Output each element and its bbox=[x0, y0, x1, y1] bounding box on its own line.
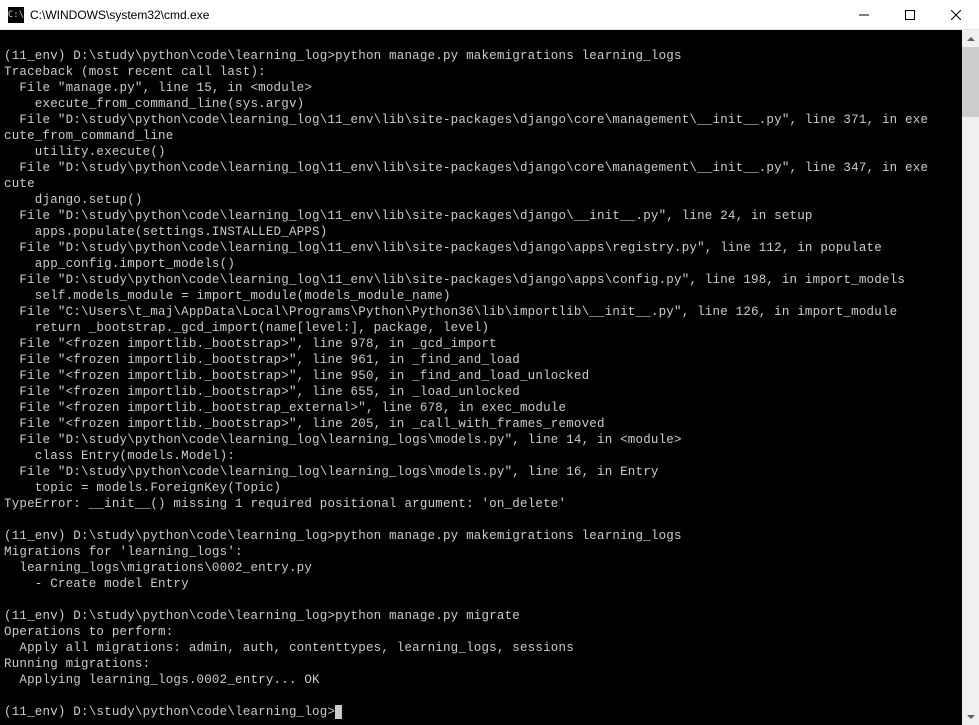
window-title: C:\WINDOWS\system32\cmd.exe bbox=[30, 8, 841, 22]
scrollbar-up-arrow[interactable] bbox=[962, 30, 979, 47]
text-cursor bbox=[335, 705, 342, 719]
minimize-button[interactable] bbox=[841, 0, 887, 30]
maximize-button[interactable] bbox=[887, 0, 933, 30]
cmd-icon-text: C:\ bbox=[8, 10, 24, 20]
title-bar: C:\ C:\WINDOWS\system32\cmd.exe bbox=[0, 0, 979, 30]
terminal-text: (11_env) D:\study\python\code\learning_l… bbox=[4, 49, 928, 719]
window-controls bbox=[841, 0, 979, 29]
scrollbar-thumb[interactable] bbox=[962, 47, 979, 117]
terminal-output[interactable]: (11_env) D:\study\python\code\learning_l… bbox=[0, 30, 979, 725]
cmd-icon: C:\ bbox=[8, 7, 24, 23]
scrollbar-down-arrow[interactable] bbox=[962, 708, 979, 725]
scrollbar-vertical[interactable] bbox=[962, 30, 979, 725]
close-button[interactable] bbox=[933, 0, 979, 30]
